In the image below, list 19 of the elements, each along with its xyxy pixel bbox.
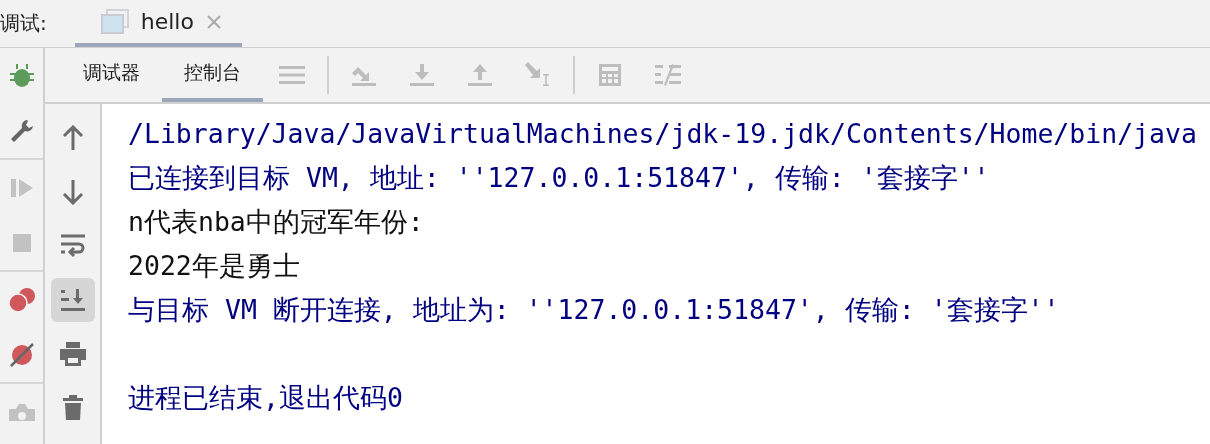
console-line: 与目标 VM 断开连接, 地址为: ''127.0.0.1:51847', 传输: '套接字'' [128, 293, 1061, 327]
soft-wrap-icon[interactable] [59, 233, 86, 259]
up-arrow-icon[interactable] [61, 125, 84, 151]
console-line: 2022年是勇士 [128, 249, 301, 283]
debug-label: 调试: [0, 10, 47, 37]
breakpoints-icon[interactable] [7, 287, 36, 313]
console-line: n代表nba中的冠军年份: [128, 205, 425, 239]
scroll-to-end-icon[interactable] [59, 288, 86, 312]
console-line: 进程已结束,退出代码0 [128, 381, 404, 415]
close-icon[interactable] [205, 13, 222, 30]
trash-icon[interactable] [61, 395, 84, 421]
down-arrow-icon[interactable] [61, 179, 84, 205]
debug-session-tab[interactable]: hello [74, 0, 242, 47]
console-line: /Library/Java/JavaVirtualMachines/jdk-19.jdk/Contents/Home/bin/java [128, 117, 1198, 151]
printer-icon[interactable] [58, 341, 87, 367]
window-icon [100, 8, 129, 35]
console-line: 已连接到目标 VM, 地址: ''127.0.0.1:51847', 传输: '套接字'' [128, 161, 991, 195]
bug-icon[interactable] [8, 63, 35, 89]
panel-tab[interactable]: 调试器 [61, 48, 162, 102]
